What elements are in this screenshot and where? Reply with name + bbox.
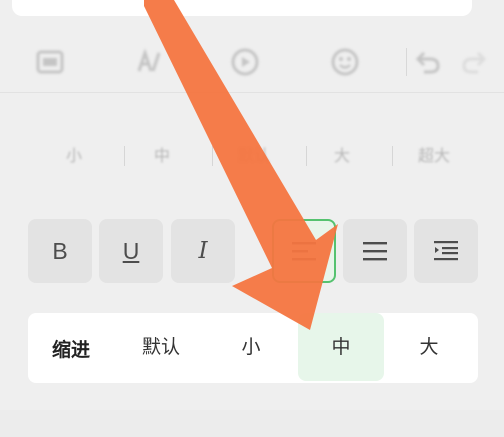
font-size-row: 小 中 默认 大 超大: [0, 132, 504, 180]
align-justify-icon: [363, 242, 387, 261]
italic-label: I: [198, 238, 208, 264]
size-divider: [124, 146, 125, 166]
bold-button[interactable]: B: [28, 219, 92, 283]
font-size-option[interactable]: 超大: [404, 142, 464, 170]
font-size-option[interactable]: 默认: [224, 142, 284, 170]
indent-button[interactable]: [414, 219, 478, 283]
align-justify-button[interactable]: [343, 219, 407, 283]
font-size-option[interactable]: 大: [320, 142, 364, 170]
text-style-icon[interactable]: [131, 44, 167, 80]
indent-option-small[interactable]: 小: [208, 313, 294, 381]
underline-label: U: [122, 237, 140, 264]
align-left-icon: [292, 242, 316, 261]
italic-button[interactable]: I: [171, 219, 235, 283]
play-icon[interactable]: [227, 44, 263, 80]
toolbar-divider: [406, 48, 407, 76]
image-icon[interactable]: [32, 44, 68, 80]
indent-icon: [434, 241, 458, 261]
font-size-option[interactable]: 中: [140, 142, 184, 170]
indent-option-large[interactable]: 大: [386, 313, 472, 381]
emoji-icon[interactable]: [327, 44, 363, 80]
size-divider: [392, 146, 393, 166]
bold-label: B: [52, 237, 68, 264]
redo-icon[interactable]: [456, 44, 492, 80]
size-divider: [306, 146, 307, 166]
align-left-button[interactable]: [272, 219, 336, 283]
indent-bar: 缩进 默认 小 中 大: [28, 313, 478, 383]
top-card: [12, 0, 472, 16]
underline-button[interactable]: U: [99, 219, 163, 283]
size-divider: [212, 146, 213, 166]
indent-title: 缩进: [52, 339, 91, 361]
editor-toolbar: [0, 34, 504, 93]
indent-option-default[interactable]: 默认: [118, 313, 204, 381]
bottom-area: [0, 410, 504, 437]
indent-option-medium[interactable]: 中: [298, 313, 384, 381]
undo-icon[interactable]: [410, 44, 446, 80]
font-size-option[interactable]: 小: [52, 142, 96, 170]
